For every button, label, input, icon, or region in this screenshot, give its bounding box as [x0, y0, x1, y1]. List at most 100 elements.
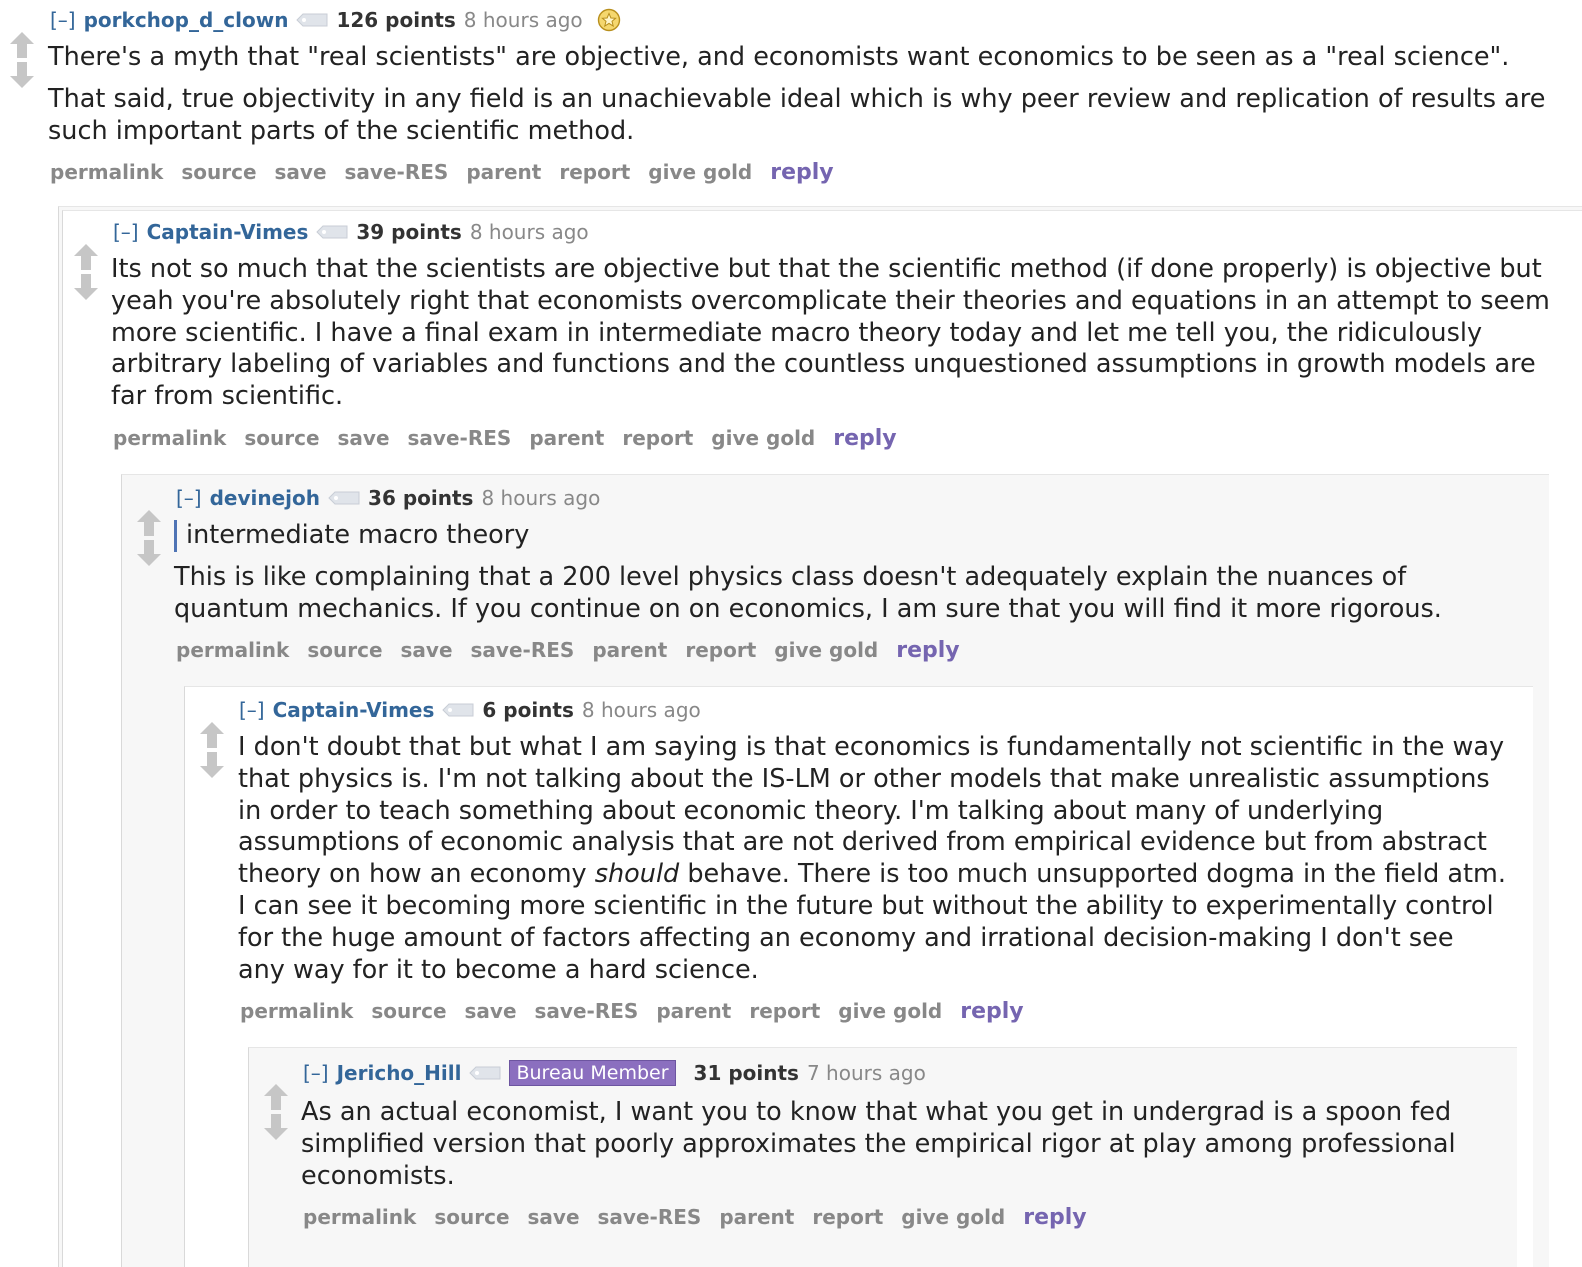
comment-tagline: [–] Captain-Vimes 6 points 8 hours ago — [239, 698, 701, 722]
report-button[interactable]: report — [622, 426, 693, 450]
comment-buttons: permalink source save save-RES parent report g… — [176, 638, 978, 663]
save-res-button[interactable]: save-RES — [345, 160, 449, 184]
upvote-arrow-icon[interactable] — [135, 508, 163, 538]
upvote-arrow-icon[interactable] — [72, 242, 100, 272]
give-gold-button[interactable]: give gold — [838, 999, 942, 1023]
save-button[interactable]: save — [401, 638, 453, 662]
reply-button[interactable]: reply — [833, 426, 896, 451]
give-gold-button[interactable]: give gold — [711, 426, 815, 450]
source-button[interactable]: source — [434, 1205, 509, 1229]
parent-button[interactable]: parent — [719, 1205, 794, 1229]
permalink-button[interactable]: permalink — [303, 1205, 416, 1229]
upvote-arrow-icon[interactable] — [198, 720, 226, 750]
res-user-tag-icon[interactable] — [316, 225, 348, 239]
comment-paragraph: Its not so much that the scientists are … — [111, 254, 1550, 412]
permalink-button[interactable]: permalink — [50, 160, 163, 184]
comment-buttons: permalink source save save-RES parent report g… — [303, 1205, 1105, 1230]
reply-button[interactable]: reply — [960, 999, 1023, 1024]
comment-time: 7 hours ago — [806, 1061, 926, 1085]
comment-tagline: [–] devinejoh 36 points 8 hours ago — [176, 486, 600, 510]
collapse-toggle[interactable]: [–] — [50, 8, 76, 32]
comment-tagline: [–] porkchop_d_clown 126 points 8 hours … — [50, 8, 621, 32]
save-res-button[interactable]: save-RES — [408, 426, 512, 450]
report-button[interactable]: report — [812, 1205, 883, 1229]
comment-buttons: permalink source save save-RES parent report g… — [50, 160, 852, 185]
save-button[interactable]: save — [465, 999, 517, 1023]
comment-author[interactable]: Captain-Vimes — [273, 698, 435, 722]
save-res-button[interactable]: save-RES — [535, 999, 639, 1023]
comment-time: 8 hours ago — [469, 220, 589, 244]
reply-button[interactable]: reply — [1023, 1205, 1086, 1230]
gilded-star-icon — [597, 8, 620, 32]
permalink-button[interactable]: permalink — [240, 999, 353, 1023]
report-button[interactable]: report — [685, 638, 756, 662]
parent-button[interactable]: parent — [656, 999, 731, 1023]
comment-time: 8 hours ago — [581, 698, 701, 722]
give-gold-button[interactable]: give gold — [648, 160, 752, 184]
comment-buttons: permalink source save save-RES parent report g… — [240, 999, 1042, 1024]
comment-time: 8 hours ago — [463, 8, 583, 32]
source-button[interactable]: source — [307, 638, 382, 662]
collapse-toggle[interactable]: [–] — [113, 220, 139, 244]
give-gold-button[interactable]: give gold — [774, 638, 878, 662]
reply-button[interactable]: reply — [770, 160, 833, 185]
permalink-button[interactable]: permalink — [113, 426, 226, 450]
comment-body: I don't doubt that but what I am saying … — [238, 732, 1508, 986]
comment-score: 36 points — [368, 486, 474, 510]
reply-button[interactable]: reply — [896, 638, 959, 663]
comment-body: As an actual economist, I want you to kn… — [301, 1097, 1501, 1192]
collapse-toggle[interactable]: [–] — [239, 698, 265, 722]
res-user-tag-icon[interactable] — [469, 1066, 501, 1080]
downvote-arrow-icon[interactable] — [8, 60, 36, 90]
source-button[interactable]: source — [371, 999, 446, 1023]
source-button[interactable]: source — [181, 160, 256, 184]
parent-button[interactable]: parent — [529, 426, 604, 450]
comment-score: 31 points — [693, 1061, 799, 1085]
comment-time: 8 hours ago — [481, 486, 601, 510]
report-button[interactable]: report — [559, 160, 630, 184]
save-res-button[interactable]: save-RES — [598, 1205, 702, 1229]
save-button[interactable]: save — [275, 160, 327, 184]
save-res-button[interactable]: save-RES — [471, 638, 575, 662]
comment-body: Its not so much that the scientists are … — [111, 254, 1551, 413]
save-button[interactable]: save — [338, 426, 390, 450]
comment-author[interactable]: Jericho_Hill — [337, 1061, 462, 1085]
vote-controls — [198, 720, 228, 780]
downvote-arrow-icon[interactable] — [198, 750, 226, 780]
comment-paragraph: I don't doubt that but what I am saying … — [238, 732, 1508, 986]
give-gold-button[interactable]: give gold — [901, 1205, 1005, 1229]
save-button[interactable]: save — [528, 1205, 580, 1229]
comment-tagline: [–] Captain-Vimes 39 points 8 hours ago — [113, 220, 589, 244]
emphasis-text: should — [594, 859, 680, 890]
upvote-arrow-icon[interactable] — [8, 30, 36, 60]
comment-paragraph: This is like complaining that a 200 leve… — [174, 561, 1442, 624]
comment-score: 6 points — [482, 698, 574, 722]
downvote-arrow-icon[interactable] — [72, 272, 100, 302]
res-user-tag-icon[interactable] — [328, 491, 360, 505]
source-button[interactable]: source — [244, 426, 319, 450]
parent-button[interactable]: parent — [466, 160, 541, 184]
comment-author[interactable]: porkchop_d_clown — [84, 8, 289, 32]
comment-score: 39 points — [356, 220, 462, 244]
comment-body: intermediate macro theory This is like c… — [174, 520, 1514, 625]
comment-author[interactable]: devinejoh — [210, 486, 320, 510]
comment-score: 126 points — [336, 8, 456, 32]
comment-paragraph: There's a myth that "real scientists" ar… — [48, 42, 1510, 72]
comment-author[interactable]: Captain-Vimes — [147, 220, 309, 244]
comment-body: There's a myth that "real scientists" ar… — [48, 42, 1548, 147]
upvote-arrow-icon[interactable] — [262, 1082, 290, 1112]
collapse-toggle[interactable]: [–] — [303, 1061, 329, 1085]
comment-paragraph: That said, true objectivity in any field… — [48, 83, 1546, 146]
permalink-button[interactable]: permalink — [176, 638, 289, 662]
report-button[interactable]: report — [749, 999, 820, 1023]
res-user-tag-icon[interactable] — [442, 703, 474, 717]
vote-controls — [8, 30, 38, 90]
parent-button[interactable]: parent — [592, 638, 667, 662]
comment-tagline: [–] Jericho_Hill Bureau Member 31 points… — [303, 1060, 926, 1086]
vote-controls — [262, 1082, 292, 1142]
user-flair-badge: Bureau Member — [509, 1060, 676, 1086]
downvote-arrow-icon[interactable] — [262, 1112, 290, 1142]
res-user-tag-icon[interactable] — [296, 13, 328, 27]
collapse-toggle[interactable]: [–] — [176, 486, 202, 510]
downvote-arrow-icon[interactable] — [135, 538, 163, 568]
